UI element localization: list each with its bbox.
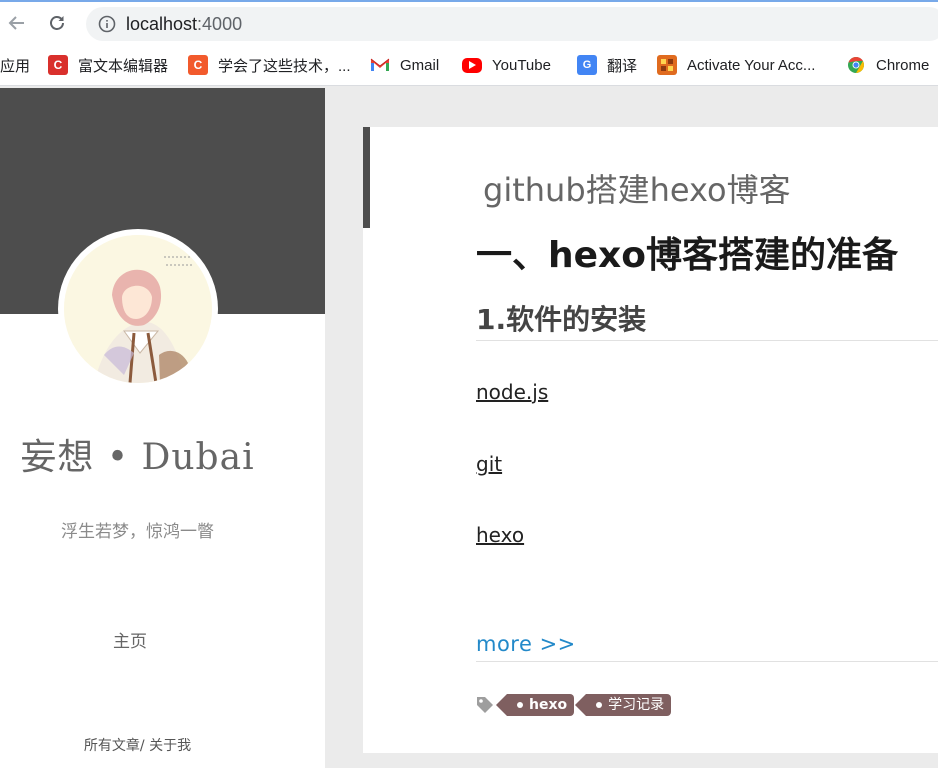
bookmark-label: Chrome <box>876 56 930 74</box>
post-heading-1: 一、hexo博客搭建的准备 <box>476 235 898 276</box>
bookmark-label: 学会了这些技术，... <box>218 57 351 75</box>
bookmark-label: YouTube <box>492 56 551 74</box>
tag-study-notes[interactable]: 学习记录 <box>575 694 672 716</box>
heading-divider <box>476 340 938 341</box>
bookmark-translate[interactable]: G 翻译 <box>577 54 637 76</box>
bookmark-learn-tech[interactable]: C 学会了这些技术，... <box>188 54 351 76</box>
link-git[interactable]: git <box>476 452 502 476</box>
post-heading-2: 1.软件的安装 <box>476 303 647 336</box>
gmail-icon <box>370 55 390 75</box>
bookmark-label: 应用 <box>0 57 31 75</box>
bookmark-label: Gmail <box>400 56 440 74</box>
arrow-left-icon <box>8 16 24 30</box>
bookmark-label: 富文本编辑器 <box>78 57 169 75</box>
info-icon[interactable] <box>98 15 116 33</box>
nav-separator: / <box>139 738 145 754</box>
post-tags: hexo 学习记录 <box>475 693 683 717</box>
bookmark-c-red-icon: C <box>48 55 68 75</box>
post-footer-divider <box>476 661 938 662</box>
browser-toolbar: localhost:4000 <box>0 2 938 44</box>
address-bar[interactable]: localhost:4000 <box>86 7 938 41</box>
url-port: :4000 <box>197 13 243 34</box>
bookmark-rich-text-editor[interactable]: C 富文本编辑器 <box>48 54 168 76</box>
url-text: localhost:4000 <box>126 14 242 35</box>
url-host: localhost <box>126 13 198 34</box>
tag-hexo[interactable]: hexo <box>495 694 575 716</box>
sidebar: 妄想 • Dubai 浮生若梦，惊鸿一瞥 主页 所有文章/ 关于我 <box>0 88 325 768</box>
activate-icon <box>657 55 677 75</box>
chrome-icon <box>846 55 866 75</box>
reload-button[interactable] <box>44 10 70 36</box>
link-hexo[interactable]: hexo <box>476 523 524 547</box>
read-more-link[interactable]: more >> <box>476 632 576 656</box>
site-title[interactable]: 妄想 • Dubai <box>0 428 275 480</box>
bookmark-gmail[interactable]: Gmail <box>370 54 439 76</box>
tag-icon <box>475 695 495 715</box>
reload-icon <box>50 16 64 30</box>
bookmark-label: Activate Your Acc... <box>687 56 816 74</box>
bookmark-apps[interactable]: 应用 <box>0 54 30 76</box>
bookmarks-bar: 应用 C 富文本编辑器 C 学会了这些技术，... Gmail YouTube … <box>0 44 938 86</box>
bookmark-label: 翻译 <box>607 57 638 75</box>
bookmark-c-orange-icon: C <box>188 55 208 75</box>
avatar[interactable] <box>64 235 212 383</box>
nav-home-link[interactable]: 主页 <box>0 627 260 652</box>
link-nodejs[interactable]: node.js <box>476 380 548 404</box>
bookmark-youtube[interactable]: YouTube <box>462 54 551 76</box>
post-title[interactable]: github搭建hexo博客 <box>483 165 791 211</box>
post-accent-bar <box>363 127 370 228</box>
page-body: 妄想 • Dubai 浮生若梦，惊鸿一瞥 主页 所有文章/ 关于我 github… <box>0 88 938 768</box>
site-subtitle: 浮生若梦，惊鸿一瞥 <box>61 522 214 542</box>
nav-all-posts-link[interactable]: 所有文章 <box>84 738 140 754</box>
nav-links: 所有文章/ 关于我 <box>0 735 275 755</box>
youtube-icon <box>462 57 482 73</box>
back-button[interactable] <box>4 10 30 36</box>
bookmark-chrome[interactable]: Chrome <box>846 54 929 76</box>
post-card: github搭建hexo博客 一、hexo博客搭建的准备 1.软件的安装 nod… <box>363 127 938 753</box>
bookmark-activate-account[interactable]: Activate Your Acc... <box>657 54 815 76</box>
nav-about-link[interactable]: 关于我 <box>149 738 191 754</box>
translate-icon: G <box>577 55 597 75</box>
